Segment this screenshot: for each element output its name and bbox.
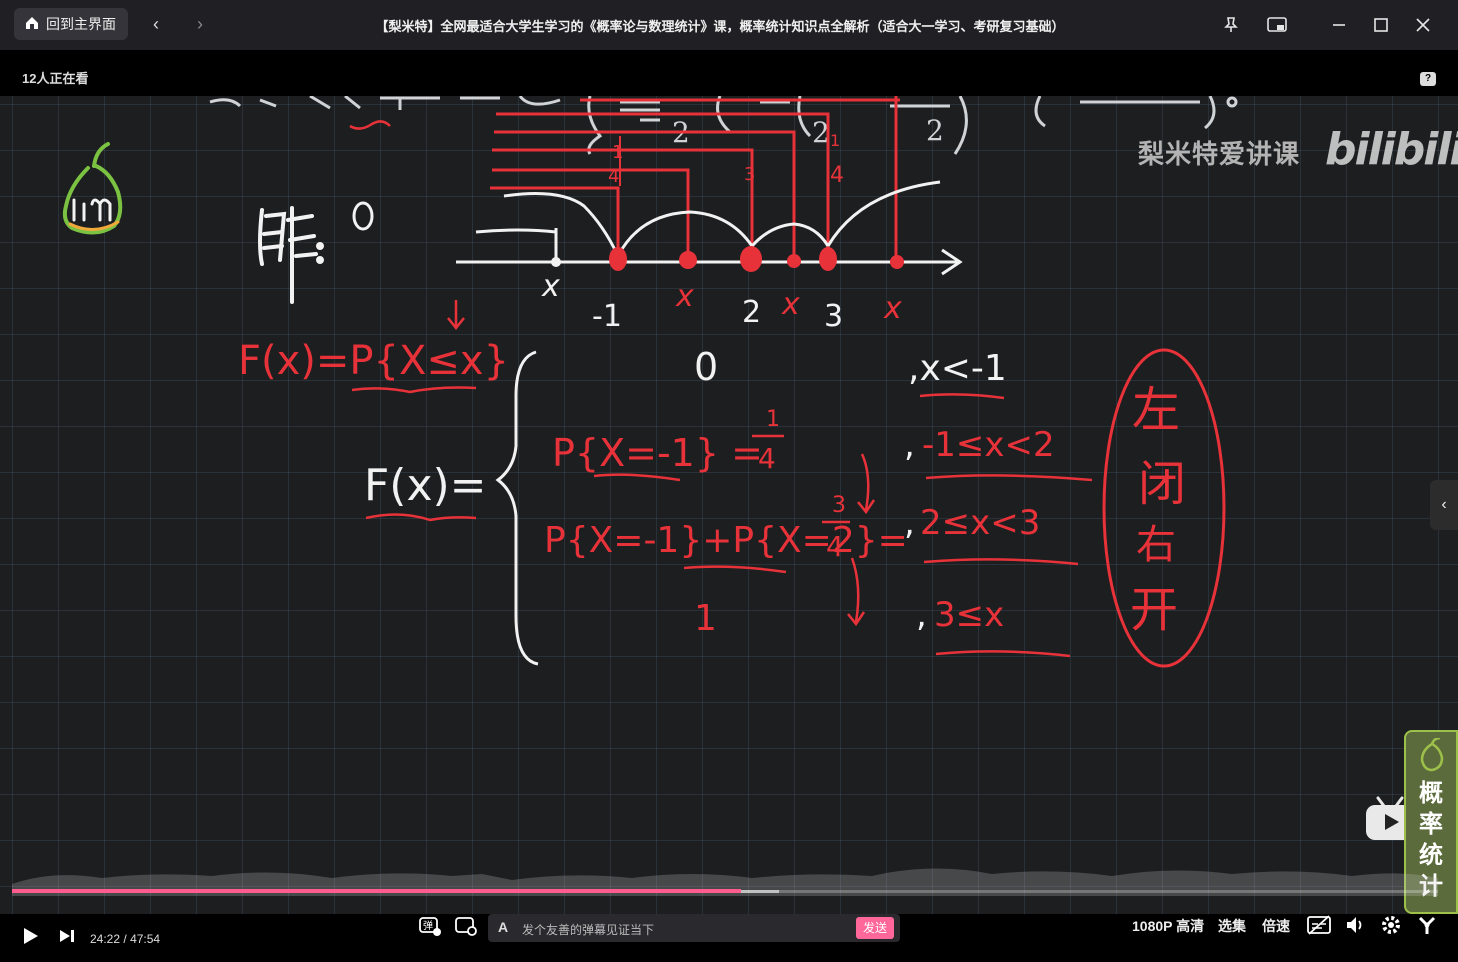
svg-text:,: ,	[904, 425, 915, 465]
subtitles-off-icon[interactable]	[1306, 914, 1332, 936]
svg-text:,: ,	[904, 503, 915, 543]
danmaku-input[interactable]: A 发个友善的弹幕见证当下 发送	[488, 914, 900, 942]
problem-statement-partial	[209, 96, 1238, 155]
home-button-label: 回到主界面	[46, 16, 116, 32]
cdf-definition: F(x)=P{X≤x}	[238, 338, 509, 384]
svg-text:2: 2	[742, 295, 761, 330]
next-icon[interactable]	[58, 926, 76, 946]
speed-button[interactable]: 倍速	[1262, 916, 1290, 936]
playback-time: 24:22 / 47:54	[90, 932, 160, 946]
control-bar: 24:22 / 47:54 弹 A 发个友善的弹幕见证当下 发送 1080P 高…	[0, 914, 1458, 962]
svg-text:开: 开	[1130, 582, 1178, 638]
svg-text:1: 1	[612, 142, 623, 163]
maximize-icon[interactable]	[1368, 12, 1394, 38]
time-separator: /	[123, 932, 127, 946]
svg-text:x: x	[675, 279, 694, 314]
chevron-right-icon[interactable]: ›	[188, 12, 212, 36]
solution-heading	[258, 201, 374, 304]
volume-icon[interactable]	[1344, 914, 1366, 936]
fullscreen-icon[interactable]	[1416, 914, 1438, 936]
number-line-arcs	[475, 180, 941, 257]
minimize-icon[interactable]	[1326, 12, 1352, 38]
svg-text:-1≤x<2: -1≤x<2	[922, 425, 1055, 465]
svg-text:2≤x<3: 2≤x<3	[920, 503, 1040, 543]
svg-text:1: 1	[694, 598, 717, 639]
pin-icon[interactable]	[1218, 12, 1244, 38]
viewer-bar: 12人正在看 ?	[0, 50, 1458, 96]
svg-text:0: 0	[694, 345, 718, 389]
bilibili-logo: bilibili	[1325, 124, 1458, 175]
total-time: 47:54	[130, 932, 161, 946]
svg-text:2: 2	[926, 114, 944, 147]
svg-text:4: 4	[608, 166, 619, 187]
svg-text:1: 1	[766, 407, 780, 432]
svg-text:x: x	[781, 287, 800, 322]
home-button[interactable]: 回到主界面	[14, 8, 128, 40]
svg-text:3: 3	[824, 299, 843, 334]
blackboard-drawing: 222 14 3 14 x -1 x 2 x 3 x F(x)=P{X≤x} F…	[62, 96, 1238, 668]
svg-text:P{X=-1} =: P{X=-1} =	[552, 431, 763, 475]
danmaku-settings-icon[interactable]	[454, 914, 478, 938]
chevron-left-icon[interactable]: ‹	[1430, 480, 1458, 530]
svg-text:F(x)=P{X≤x}: F(x)=P{X≤x}	[238, 338, 509, 384]
svg-text:左: 左	[1132, 382, 1180, 438]
help-icon[interactable]: ?	[1420, 72, 1436, 86]
number-line	[456, 228, 963, 276]
cdf-piecewise: F(x)= 0 P{X=-1} = 1 4 P{X=-1}+P{X=2}= 3 …	[364, 345, 1093, 666]
progress-played[interactable]	[12, 889, 741, 893]
svg-text:4: 4	[830, 163, 844, 188]
video-player[interactable]: 222 14 3 14 x -1 x 2 x 3 x F(x)=P{X≤x} F…	[0, 96, 1458, 914]
send-button[interactable]: 发送	[856, 917, 894, 939]
svg-text:1: 1	[830, 131, 840, 150]
chevron-left-icon[interactable]: ‹	[144, 12, 168, 36]
close-icon[interactable]	[1410, 12, 1436, 38]
svg-text:,: ,	[916, 595, 927, 635]
svg-text:x: x	[883, 291, 902, 326]
svg-text:3: 3	[832, 493, 846, 518]
svg-text:,x<-1: ,x<-1	[908, 348, 1007, 389]
red-fractions: 1 4 3 1 4	[608, 131, 844, 188]
left-closed-right-open-note: 左 闭 右 开	[1102, 348, 1226, 668]
window-title: 【梨米特】全网最适合大学生学习的《概率论与数理统计》课，概率统计知识点全解析（适…	[375, 19, 1065, 34]
svg-text:4: 4	[758, 442, 776, 475]
danmaku-placeholder: 发个友善的弹幕见证当下	[522, 923, 655, 937]
lim-icon	[1420, 738, 1444, 772]
svg-text:P{X=-1}+P{X=2}=: P{X=-1}+P{X=2}=	[544, 520, 908, 561]
number-line-points	[609, 246, 904, 272]
svg-text:x: x	[541, 269, 560, 304]
danmaku-toggle-icon[interactable]: 弹	[418, 914, 442, 938]
picture-in-picture-icon[interactable]	[1264, 12, 1290, 38]
svg-text:闭: 闭	[1138, 456, 1186, 512]
svg-text:-1: -1	[592, 299, 622, 334]
svg-text:F(x)=: F(x)=	[364, 460, 487, 511]
episodes-button[interactable]: 选集	[1218, 916, 1246, 936]
font-style-icon[interactable]: A	[498, 919, 508, 935]
svg-text:4: 4	[826, 530, 844, 563]
svg-text:弹: 弹	[423, 919, 433, 932]
play-icon[interactable]	[20, 926, 40, 946]
number-line-labels: x -1 x 2 x 3 x	[541, 269, 902, 334]
title-bar: 回到主界面 ‹ › 【梨米特】全网最适合大学生学习的《概率论与数理统计》课，概率…	[0, 0, 1458, 50]
svg-text:右: 右	[1136, 522, 1176, 568]
viewer-count: 12人正在看	[22, 71, 89, 86]
quality-button[interactable]: 1080P 高清	[1132, 916, 1204, 936]
lim-logo	[62, 142, 123, 235]
svg-text:3: 3	[744, 164, 755, 185]
home-icon	[24, 15, 40, 34]
channel-watermark: 梨米特爱讲课	[1138, 139, 1301, 169]
svg-text:3≤x: 3≤x	[934, 595, 1004, 635]
current-time: 24:22	[90, 932, 121, 946]
settings-gear-icon[interactable]	[1380, 914, 1402, 936]
